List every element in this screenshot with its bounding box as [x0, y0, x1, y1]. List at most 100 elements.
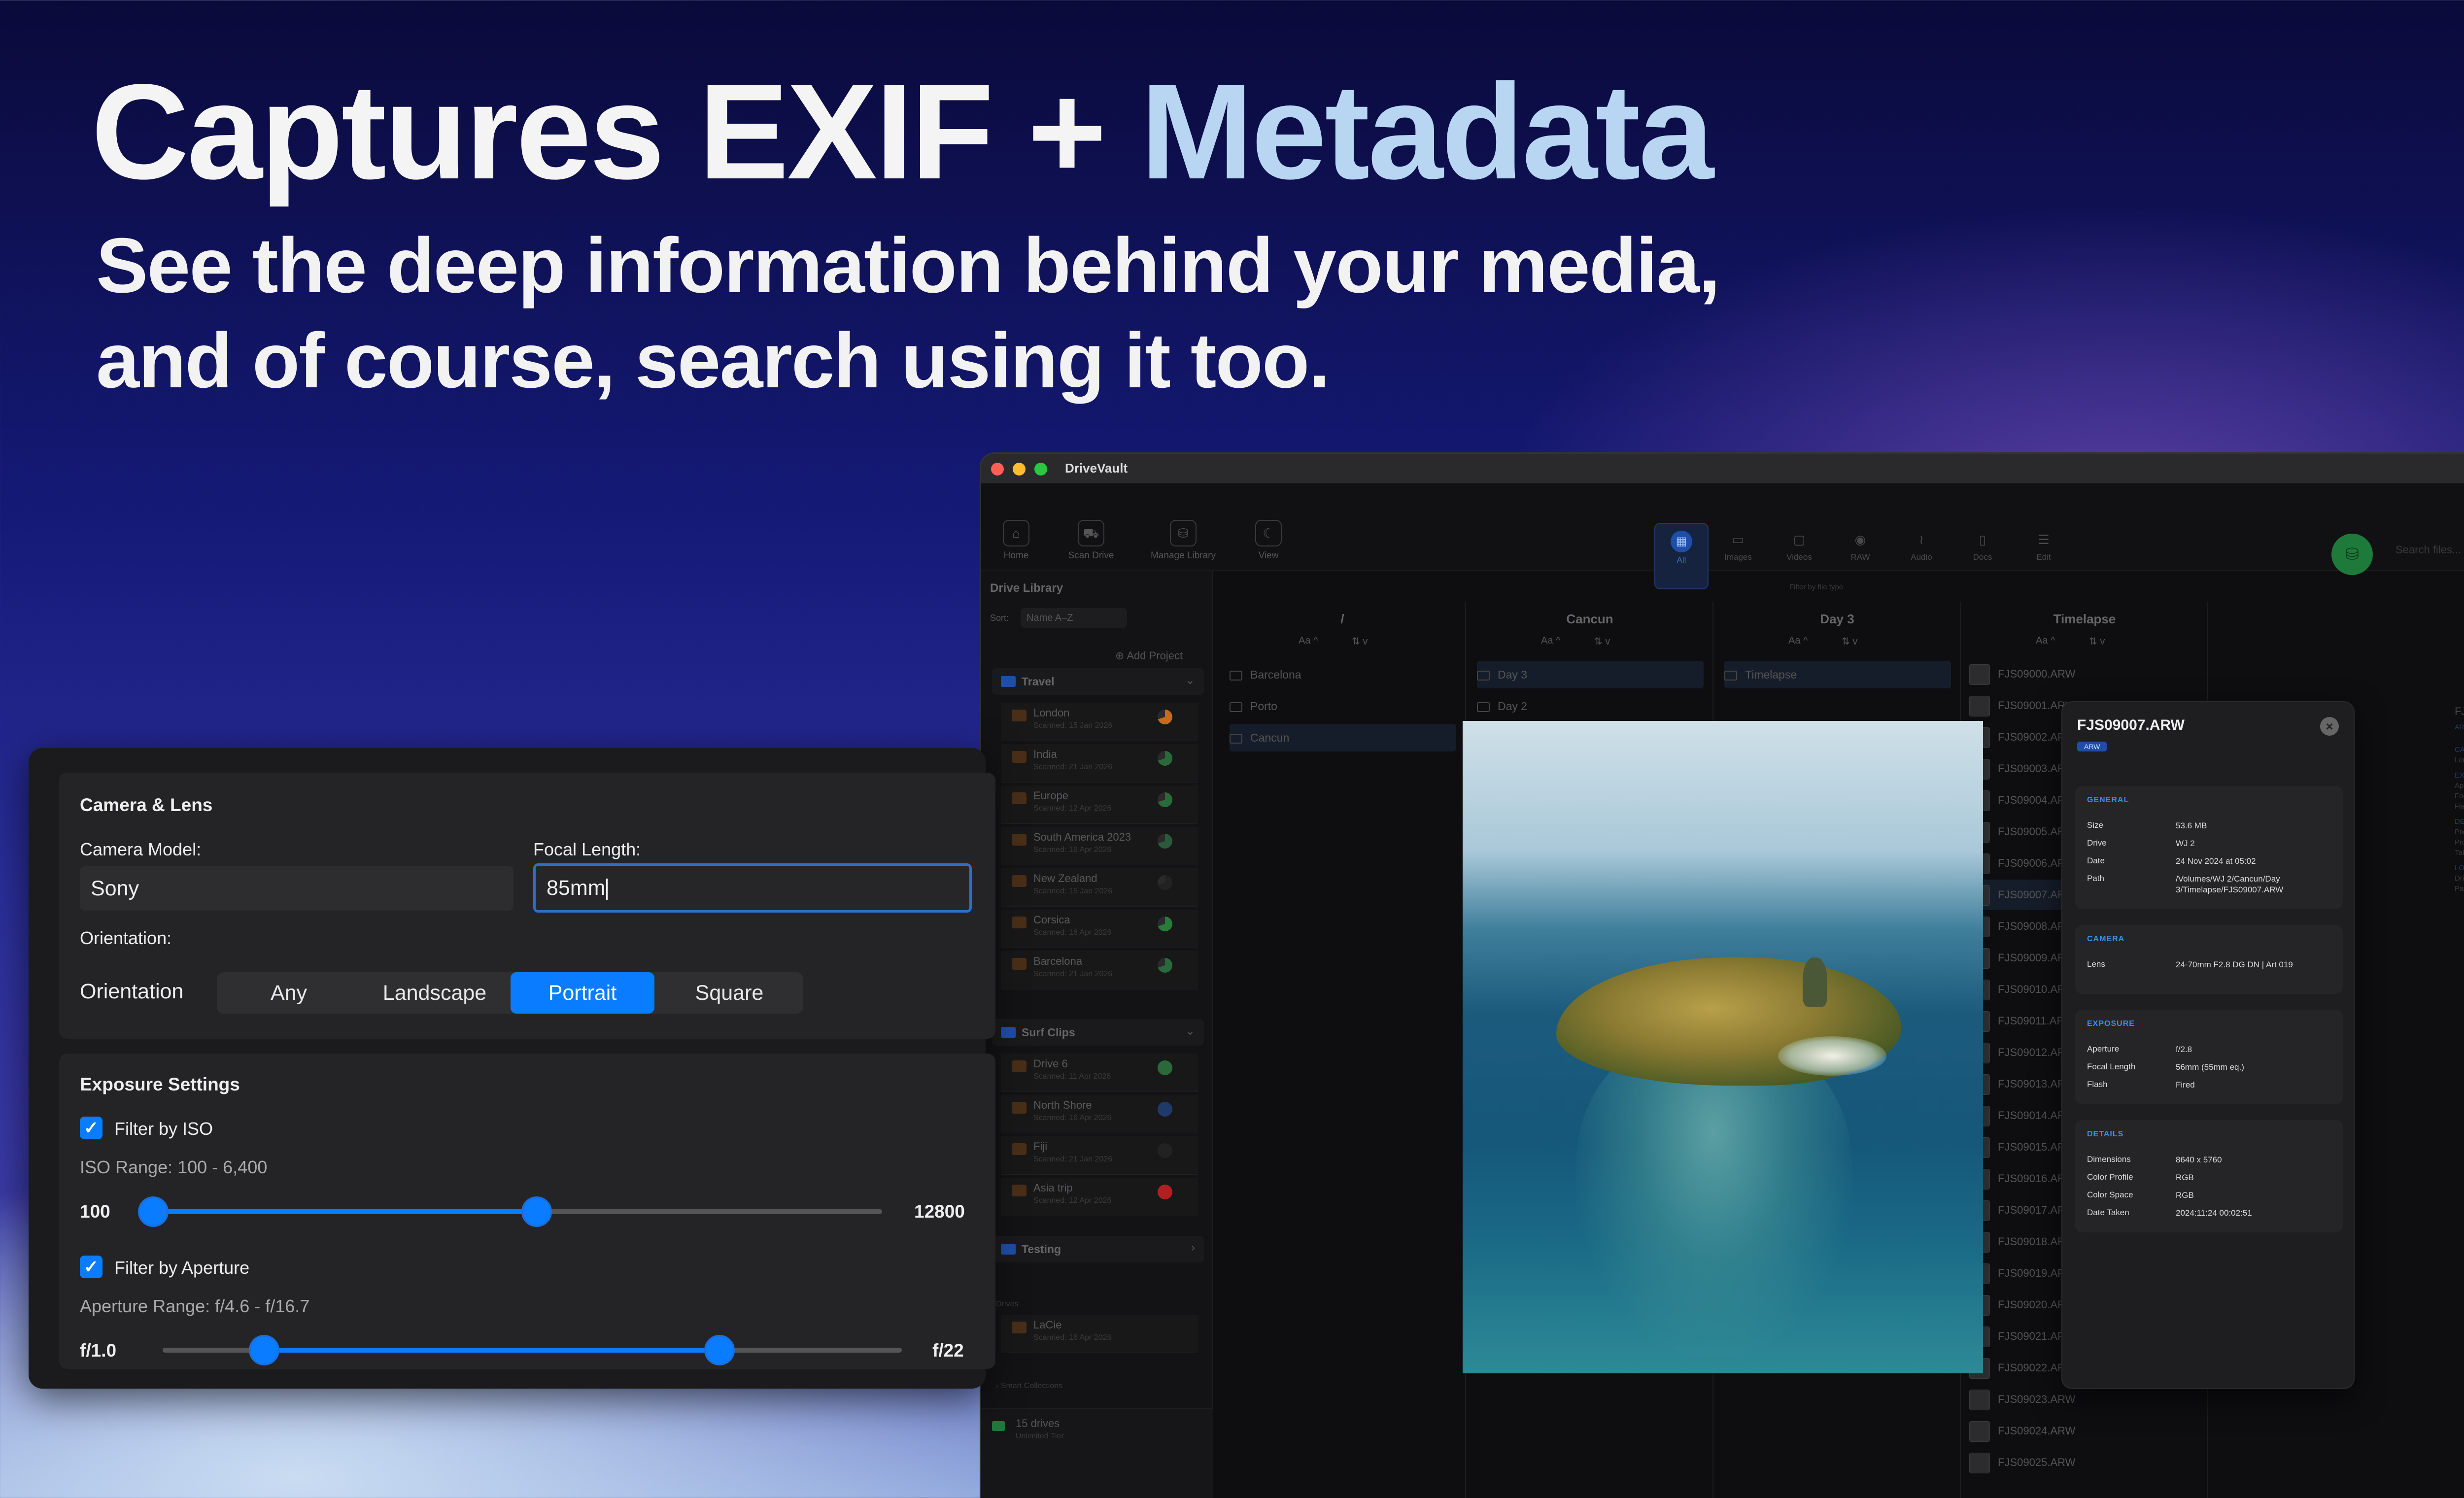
info-row: Flash Fired	[2087, 1080, 2195, 1089]
group-testing[interactable]: Testing ›	[992, 1236, 1204, 1262]
filter-docs-button[interactable]: ▯ Docs	[1958, 530, 2007, 562]
chevron-down-icon: ⌄	[1185, 674, 1195, 687]
project-scan-date: Scanned: 15 Jan 2026	[1033, 721, 1113, 730]
info-row: Drive WJ 2	[2087, 838, 2195, 848]
file-row[interactable]: FJS09024.ARW	[1969, 1416, 2201, 1446]
scan-drive-button[interactable]: ⛟ Scan Drive	[1064, 520, 1118, 561]
search-input[interactable]: Search files...	[2396, 544, 2461, 556]
iso-checkbox[interactable]: ✓	[80, 1117, 103, 1139]
aperture-max-handle[interactable]	[704, 1335, 735, 1365]
partial-label: DETAILS	[2455, 817, 2464, 826]
filter-edit-button[interactable]: ☰ Edit	[2019, 530, 2068, 562]
folder-icon	[1012, 917, 1027, 928]
partial-label: CAMERA	[2455, 746, 2464, 754]
camera-model-field[interactable]: Sony	[80, 866, 513, 911]
folder-icon	[1012, 958, 1027, 970]
folder-icon	[1477, 702, 1490, 712]
project-item[interactable]: Asia trip Scanned: 12 Apr 2026	[1001, 1178, 1198, 1216]
view-button[interactable]: ☾ View	[1241, 520, 1296, 561]
drive-status-icon[interactable]: ⛁	[2331, 534, 2373, 575]
folder-icon	[1001, 1027, 1016, 1038]
filter-audio-button[interactable]: ≀ Audio	[1897, 530, 1946, 562]
focal-length-field[interactable]: 85mm	[533, 863, 972, 913]
project-item[interactable]: Corsica Scanned: 16 Apr 2026	[1001, 910, 1198, 948]
car-icon: ⛟	[1078, 520, 1104, 546]
folder-row[interactable]: Day 2	[1477, 692, 1704, 720]
order-sort-button[interactable]: ⇅ v	[2089, 635, 2105, 647]
partial-label: Focal	[2455, 792, 2464, 800]
file-row[interactable]: FJS09000.ARW	[1969, 659, 2201, 689]
progress-ring-icon	[1158, 792, 1172, 807]
name-sort-button[interactable]: Aa ^	[1541, 635, 1560, 647]
filter-all-button[interactable]: ▦ All	[1654, 523, 1709, 589]
camera-section: CAMERA Lens 24-70mm F2.8 DG DN | Art 019	[2075, 925, 2343, 994]
section-title: Camera & Lens	[80, 795, 213, 815]
file-thumbnail	[1969, 664, 1990, 685]
project-scan-date: Scanned: 12 Apr 2026	[1033, 804, 1112, 813]
aperture-checkbox[interactable]: ✓	[80, 1256, 103, 1278]
folder-icon	[1001, 1244, 1016, 1255]
orientation-option-any[interactable]: Any	[217, 972, 361, 1014]
close-icon[interactable]: ×	[2320, 717, 2339, 736]
name-sort-button[interactable]: Aa ^	[1299, 635, 1318, 647]
section-title: Exposure Settings	[80, 1074, 240, 1094]
folder-row[interactable]: Barcelona	[1230, 661, 1456, 688]
order-sort-button[interactable]: ⇅ v	[1352, 635, 1368, 647]
partial-label: Profile	[2455, 838, 2464, 847]
project-item[interactable]: North Shore Scanned: 16 Apr 2026	[1001, 1095, 1198, 1133]
order-sort-button[interactable]: ⇅ v	[1594, 635, 1610, 647]
project-item[interactable]: South America 2023 Scanned: 16 Apr 2026	[1001, 827, 1198, 865]
smart-collections[interactable]: › Smart Collections	[996, 1382, 1062, 1391]
filter-raw-button[interactable]: ◉ RAW	[1836, 530, 1885, 562]
partial-detail-pane: FJS09 ARW CAMERALensEXPOSUApertureFocalF…	[2455, 705, 2464, 1494]
iso-min-handle[interactable]	[138, 1196, 169, 1227]
project-scan-date: Scanned: 16 Apr 2026	[1033, 1114, 1112, 1122]
group-travel[interactable]: Travel ⌄	[992, 668, 1204, 695]
folder-row[interactable]: Porto	[1230, 692, 1456, 720]
project-item[interactable]: Europe Scanned: 12 Apr 2026	[1001, 785, 1198, 824]
info-value: 24 Nov 2024 at 05:02	[2176, 856, 2256, 866]
minimize-window-button[interactable]	[1013, 463, 1026, 476]
orientation-inline-label: Orientation	[80, 980, 184, 1003]
iso-max-handle[interactable]	[521, 1196, 552, 1227]
orientation-option-square[interactable]: Square	[657, 972, 801, 1014]
close-window-button[interactable]	[991, 463, 1004, 476]
orientation-option-landscape[interactable]: Landscape	[363, 972, 507, 1014]
orientation-option-portrait[interactable]: Portrait	[511, 972, 654, 1014]
zoom-window-button[interactable]	[1034, 463, 1047, 476]
project-item[interactable]: India Scanned: 21 Jan 2026	[1001, 744, 1198, 783]
manage-library-button[interactable]: ⛁ Manage Library	[1144, 520, 1223, 561]
project-item[interactable]: Drive 6 Scanned: 11 Apr 2026	[1001, 1054, 1198, 1092]
progress-ring-icon	[1158, 875, 1172, 890]
folder-row-selected[interactable]: Timelapse	[1724, 661, 1951, 688]
group-surf-clips[interactable]: Surf Clips ⌄	[992, 1019, 1204, 1046]
info-row: Dimensions 8640 x 5760	[2087, 1155, 2222, 1164]
folder-icon	[1012, 834, 1027, 846]
name-sort-button[interactable]: Aa ^	[1788, 635, 1808, 647]
filter-videos-button[interactable]: ▢ Videos	[1775, 530, 1824, 562]
info-key: Focal Length	[2087, 1062, 2136, 1071]
aperture-min-handle[interactable]	[249, 1335, 279, 1365]
name-sort-button[interactable]: Aa ^	[2036, 635, 2055, 647]
project-item[interactable]: New Zealand Scanned: 15 Jan 2026	[1001, 868, 1198, 907]
project-item[interactable]: Barcelona Scanned: 21 Jan 2026	[1001, 951, 1198, 989]
drive-item-lacie[interactable]: LaCie Scanned: 16 Apr 2026	[1001, 1315, 1198, 1353]
filter-images-button[interactable]: ▭ Images	[1713, 530, 1763, 562]
column-title: /	[1340, 612, 1344, 626]
project-item[interactable]: London Scanned: 15 Jan 2026	[1001, 703, 1198, 741]
home-button[interactable]: ⌂ Home	[989, 520, 1043, 561]
file-thumbnail	[1969, 1453, 1990, 1474]
grid-icon: ▦	[1671, 531, 1692, 552]
drive-icon	[992, 1421, 1005, 1431]
focal-length-label: Focal Length:	[533, 839, 641, 859]
project-item[interactable]: Fiji Scanned: 21 Jan 2026	[1001, 1136, 1198, 1175]
add-project-button[interactable]: ⊕ Add Project	[1115, 649, 1183, 662]
order-sort-button[interactable]: ⇅ v	[1842, 635, 1857, 647]
column-root: / Aa ^ ⇅ v Barcelona Porto Cancun	[1220, 602, 1466, 1498]
aperture-min-label: f/1.0	[80, 1340, 117, 1361]
file-row[interactable]: FJS09025.ARW	[1969, 1447, 2201, 1478]
folder-row-selected[interactable]: Cancun	[1230, 724, 1456, 751]
folder-row-selected[interactable]: Day 3	[1477, 661, 1704, 688]
info-row: Focal Length 56mm (55mm eq.)	[2087, 1062, 2244, 1072]
sort-select[interactable]: Name A–Z	[1021, 608, 1127, 628]
